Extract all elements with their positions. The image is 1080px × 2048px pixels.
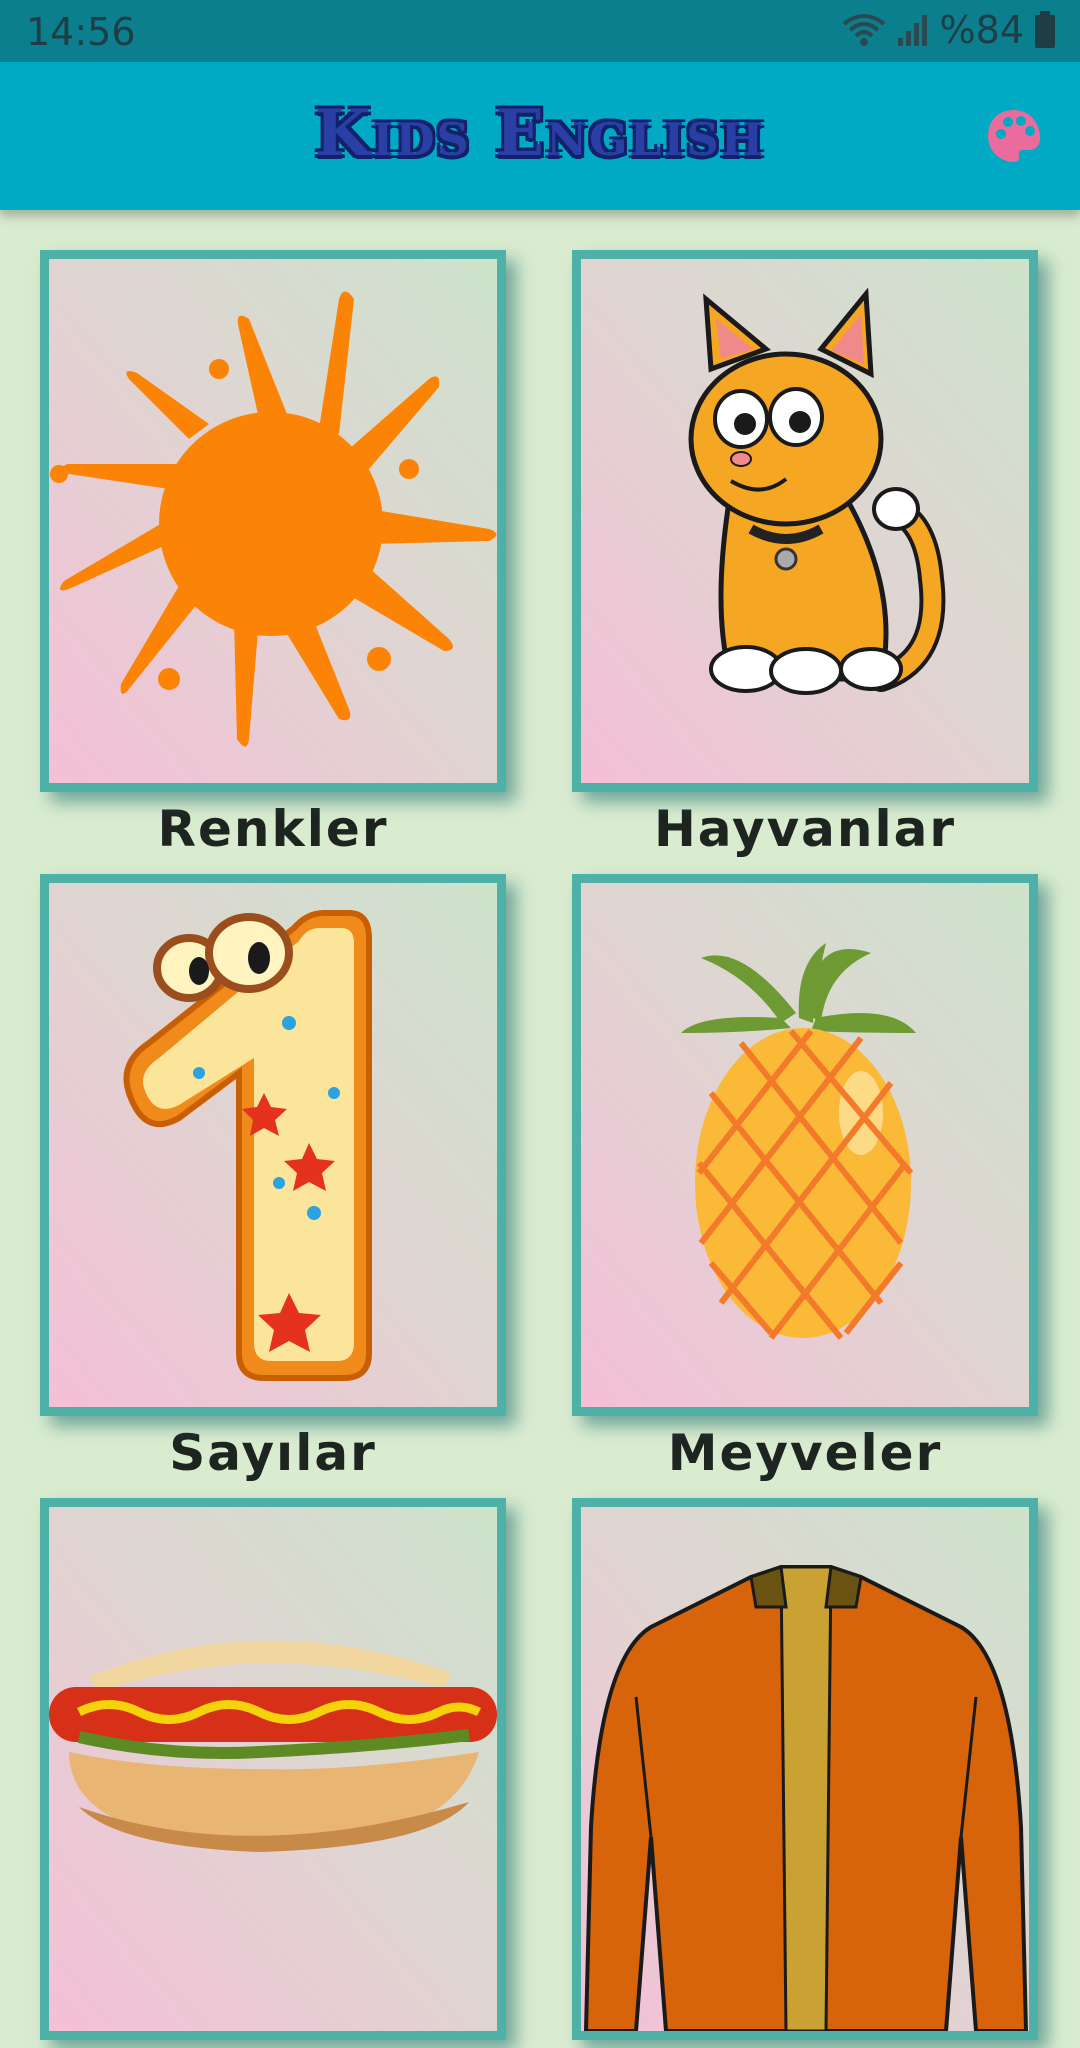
hotdog-icon (49, 1640, 497, 1852)
card-label: Renkler (157, 800, 389, 858)
category-card-sayilar[interactable]: Sayılar (40, 874, 506, 1482)
card-image-frame (40, 250, 506, 792)
palette-button[interactable] (984, 106, 1044, 166)
battery-percentage: %84 (939, 8, 1024, 52)
category-card-food[interactable] (40, 1498, 506, 2048)
jacket-icon (583, 1564, 1029, 2031)
card-image-frame (40, 874, 506, 1416)
category-card-renkler[interactable]: Renkler (40, 250, 506, 858)
card-image-frame (572, 874, 1038, 1416)
status-bar: 14:56 %84 (0, 0, 1080, 62)
card-label: Hayvanlar (653, 800, 957, 858)
status-icons: %84 (842, 8, 1056, 52)
signal-icon (897, 15, 927, 46)
wifi-icon (842, 14, 885, 46)
status-time: 14:56 (26, 10, 136, 54)
app-bar: Kids English (0, 62, 1080, 210)
palette-icon (988, 110, 1040, 162)
pineapple-icon (681, 943, 916, 1340)
number-one-icon (123, 910, 372, 1381)
category-card-meyveler[interactable]: Meyveler (572, 874, 1038, 1482)
battery-icon (1035, 11, 1055, 48)
card-label: Meyveler (667, 1424, 943, 1482)
card-image-frame (572, 250, 1038, 792)
app-title: Kids English (314, 96, 766, 171)
category-card-hayvanlar[interactable]: Hayvanlar (572, 250, 1038, 858)
card-label: Sayılar (169, 1424, 377, 1482)
paint-splash-icon (50, 291, 497, 747)
card-image-frame (572, 1498, 1038, 2040)
category-card-clothes[interactable] (572, 1498, 1038, 2048)
cat-icon (688, 287, 946, 695)
card-image-frame (40, 1498, 506, 2040)
